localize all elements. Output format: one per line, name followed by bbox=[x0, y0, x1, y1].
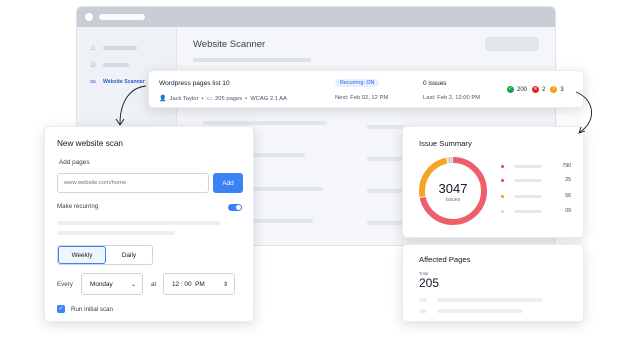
row-placeholder bbox=[367, 221, 403, 225]
users-icon: ☺ bbox=[89, 60, 98, 69]
time-value: 12 : 00 PM bbox=[172, 280, 205, 288]
issue-summary-title: Issue Summary bbox=[419, 139, 472, 148]
sidebar-placeholder bbox=[103, 63, 129, 67]
add-pages-label: Add pages bbox=[59, 159, 90, 166]
sidebar-item-website-scanner[interactable]: ∞ Website Scanner bbox=[89, 78, 145, 86]
row-placeholder bbox=[253, 187, 323, 191]
day-select[interactable]: Monday ⌄ bbox=[81, 273, 143, 295]
warning-icon: ! bbox=[550, 86, 558, 93]
text-placeholder bbox=[57, 231, 175, 235]
url-input[interactable] bbox=[57, 173, 209, 193]
row-placeholder bbox=[253, 153, 305, 157]
row-placeholder bbox=[367, 157, 403, 161]
legend-item: 25 bbox=[501, 176, 571, 184]
link-icon: ∞ bbox=[90, 77, 96, 86]
separator-dot: • bbox=[201, 95, 204, 102]
legend-value: 790 bbox=[562, 163, 571, 169]
time-picker[interactable]: 12 : 00 PM ⇕ bbox=[163, 273, 235, 295]
legend-value: 09 bbox=[565, 208, 571, 214]
legend-dot bbox=[501, 209, 504, 213]
scan-row-card[interactable]: Wordpress pages list 10 👤 Jack Taylor • … bbox=[148, 70, 584, 108]
add-button[interactable]: Add bbox=[213, 173, 243, 193]
legend-item: 790 bbox=[501, 162, 571, 170]
initial-scan-checkbox[interactable]: ✓ bbox=[57, 305, 65, 313]
at-label: at bbox=[151, 281, 157, 288]
row-placeholder bbox=[367, 125, 403, 129]
recurring-badge: Recurring: ON bbox=[335, 79, 380, 87]
frequency-daily[interactable]: Daily bbox=[106, 246, 152, 264]
legend-item: 09 bbox=[501, 207, 571, 215]
legend-value: 25 bbox=[565, 177, 571, 183]
issue-total: 3047 bbox=[438, 181, 468, 196]
legend-dot bbox=[501, 164, 504, 168]
separator-dot: • bbox=[245, 95, 248, 102]
scan-title: Wordpress pages list 10 bbox=[159, 80, 230, 87]
chevron-down-icon: ⌄ bbox=[130, 281, 136, 288]
issue-total-label: Issues bbox=[445, 197, 461, 203]
row-placeholder bbox=[367, 189, 403, 193]
sidebar-placeholder bbox=[103, 46, 137, 50]
issue-summary-card: Issue Summary 3047 Issues 790 25 56 09 bbox=[402, 126, 584, 238]
issue-count: 0 issues bbox=[423, 80, 447, 87]
page-icon: ▭ bbox=[206, 96, 213, 102]
result-counts: ✓ 200 ✕ 2! 3 bbox=[507, 86, 566, 93]
row-placeholder bbox=[437, 298, 543, 302]
affected-total: 205 bbox=[419, 276, 440, 290]
legend-bar bbox=[514, 178, 542, 182]
scan-user: Jack Taylor bbox=[169, 95, 199, 102]
recurring-label: Make recurring bbox=[57, 203, 99, 210]
subtitle-placeholder bbox=[193, 58, 311, 62]
new-scan-dialog: New website scan Add pages Add Make recu… bbox=[44, 126, 254, 322]
legend-bar bbox=[514, 209, 542, 213]
scan-meta: 👤 Jack Taylor • ▭ 205 pages • WCAG 2.1 A… bbox=[159, 95, 287, 103]
sidebar-item-label: Website Scanner bbox=[103, 79, 145, 85]
frequency-selector: Weekly Daily bbox=[57, 245, 153, 265]
scan-pages: 205 pages bbox=[215, 95, 243, 102]
check-icon: ✓ bbox=[507, 86, 514, 93]
page-title: Website Scanner bbox=[193, 39, 266, 50]
legend-bar bbox=[514, 194, 542, 198]
count-value: 2 bbox=[542, 86, 546, 93]
count-value: 200 bbox=[517, 86, 528, 93]
header-action-button[interactable] bbox=[485, 37, 539, 51]
affected-pages-title: Affected Pages bbox=[419, 255, 471, 264]
legend-value: 56 bbox=[565, 193, 571, 199]
row-placeholder bbox=[419, 298, 427, 302]
scan-standard: WCAG 2.1 AA bbox=[250, 95, 287, 102]
row-placeholder bbox=[419, 309, 427, 313]
title-bar bbox=[77, 7, 555, 27]
stepper-icon: ⇕ bbox=[222, 281, 228, 288]
frequency-weekly[interactable]: Weekly bbox=[58, 246, 106, 264]
initial-scan-label: Run initial scan bbox=[71, 306, 113, 313]
legend-dot bbox=[501, 178, 504, 182]
recurring-toggle[interactable] bbox=[228, 204, 242, 211]
text-placeholder bbox=[57, 221, 221, 225]
dialog-title: New website scan bbox=[57, 139, 123, 148]
every-label: Every bbox=[57, 281, 73, 288]
window-dot[interactable] bbox=[85, 13, 93, 21]
legend-dot bbox=[501, 194, 504, 198]
legend-bar bbox=[514, 164, 542, 168]
last-scan-time: Last: Feb 2, 12:00 PM bbox=[423, 95, 481, 101]
x-icon: ✕ bbox=[532, 86, 540, 93]
title-placeholder bbox=[99, 14, 145, 20]
affected-pages-card: Affected Pages Total 205 bbox=[402, 244, 584, 322]
row-placeholder bbox=[253, 219, 313, 223]
home-icon: ⌂ bbox=[90, 43, 96, 52]
count-value: 3 bbox=[560, 86, 564, 93]
legend-item: 56 bbox=[501, 192, 571, 200]
toggle-knob bbox=[236, 205, 241, 210]
sidebar-item-home[interactable]: ⌂ bbox=[89, 44, 137, 52]
next-scan-time: Next: Feb 02, 12 PM bbox=[335, 95, 389, 101]
check-icon: ✓ bbox=[58, 306, 64, 312]
sidebar-item-users[interactable]: ☺ bbox=[89, 61, 129, 69]
day-value: Monday bbox=[90, 280, 113, 288]
row-placeholder bbox=[203, 121, 327, 125]
user-icon: 👤 bbox=[159, 96, 167, 102]
row-placeholder bbox=[437, 309, 523, 313]
